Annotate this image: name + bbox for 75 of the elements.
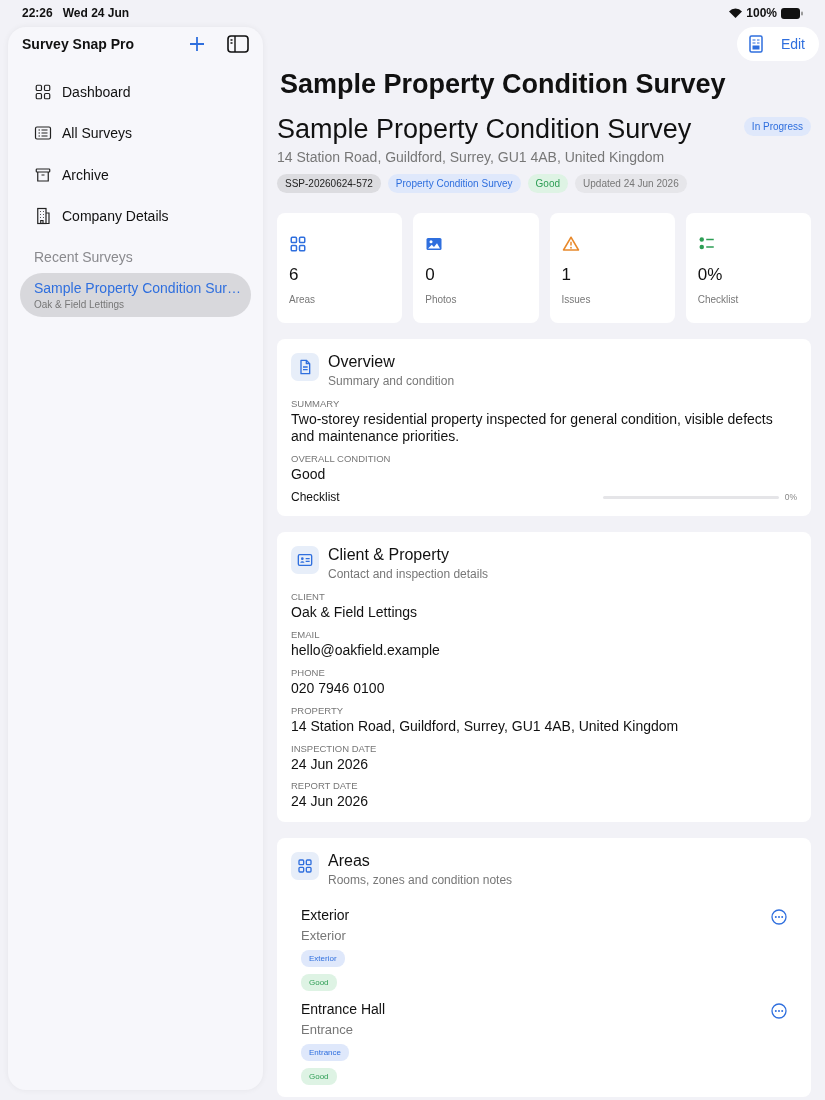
section-title: Client & Property [328,546,450,565]
stat-value: 0% [697,265,724,285]
battery-level: 100% [746,6,777,20]
section-subtitle: Rooms, zones and condition notes [328,873,513,888]
area-tag: Good [301,1068,337,1086]
field-value: Oak & Field Lettings [291,604,419,622]
field-label: OVERALL CONDITION [291,452,392,464]
battery-icon [781,7,803,19]
add-icon[interactable] [189,36,205,52]
sidebar-item[interactable]: Archive [20,154,251,196]
status-time: 22:26 [22,6,53,20]
grid-icon [34,82,52,101]
page-title: Sample Property Condition Survey [280,69,727,100]
sidebar-toggle-icon[interactable] [227,35,249,53]
building-icon [34,207,52,226]
section-heading: Recent Surveys [33,248,134,267]
survey-tag: SSP-20260624-572 [277,174,381,193]
status-badge: In Progress [743,117,811,136]
section-subtitle: Summary and condition [328,374,455,388]
field-label: PROPERTY [291,704,345,716]
field-label: PHONE [291,667,326,678]
area-tag: Entrance [301,1044,350,1062]
stat-label: Photos [425,294,458,305]
app-title: Survey Snap Pro [22,36,136,52]
field-value: Good [291,465,327,483]
field-value: 14 Station Road, Guildford, Surrey, GU1 4AB, United Kingdom [291,717,680,735]
archive-box-icon [34,165,52,184]
area-type: Exterior [301,928,347,944]
section-title: Overview [328,353,396,371]
field-label: INSPECTION DATE [291,742,378,754]
area-name: Entrance Hall [301,1001,387,1018]
area-tag: Good [301,974,337,992]
list-icon [34,124,52,143]
contact-card-icon [291,546,319,575]
area-type: Entrance [301,1022,355,1038]
stat-label: Issues [561,294,592,305]
checklist-label: Checklist [291,490,341,505]
stat-value: 6 [289,265,300,285]
area-tag: Exterior [301,950,345,968]
stat-value: 0 [425,265,436,285]
survey-title: Sample Property Condition Survey [277,114,692,145]
progress-reading: 0% [784,492,797,503]
sidebar-item[interactable]: All Surveys [20,112,251,154]
field-value: 24 Jun 2026 [291,755,370,773]
section-title: Areas [328,852,371,871]
survey-tag: Property Condition Survey [387,174,521,193]
sidebar-item[interactable]: Company Details [20,195,251,237]
stat-label: Areas [289,294,317,305]
field-value: Two-storey residential property inspected for general condition, visible defects and maintenance priorities. [291,411,774,445]
section-subtitle: Contact and inspection details [328,567,489,582]
stat-label: Checklist [697,294,740,305]
survey-tag: Updated 24 Jun 2026 [575,174,687,193]
wifi-icon [729,8,743,18]
field-label: SUMMARY [291,398,341,409]
more-options-icon[interactable] [771,909,787,926]
edit-button[interactable]: Edit [780,36,805,52]
grid-icon [291,852,319,881]
sidebar-item[interactable]: Dashboard [20,71,251,113]
more-options-icon[interactable] [771,1003,787,1020]
field-value: hello@oakfield.example [291,642,441,659]
stat-value: 1 [561,265,572,285]
warning-icon [561,235,580,253]
image-icon [425,235,444,253]
area-name: Exterior [301,907,351,924]
status-date: Wed 24 Jun [62,6,130,20]
grid-icon [289,235,307,253]
field-value: 24 Jun 2026 [291,793,370,811]
field-label: REPORT DATE [291,780,359,792]
field-label: EMAIL [291,629,321,641]
survey-tag: Good [527,174,569,193]
field-value: 020 7946 0100 [291,680,386,697]
report-icon[interactable] [748,35,763,53]
document-icon [291,353,319,381]
survey-address: 14 Station Road, Guildford, Surrey, GU1 4AB, United Kingdom [277,149,666,165]
field-label: CLIENT [291,591,326,603]
